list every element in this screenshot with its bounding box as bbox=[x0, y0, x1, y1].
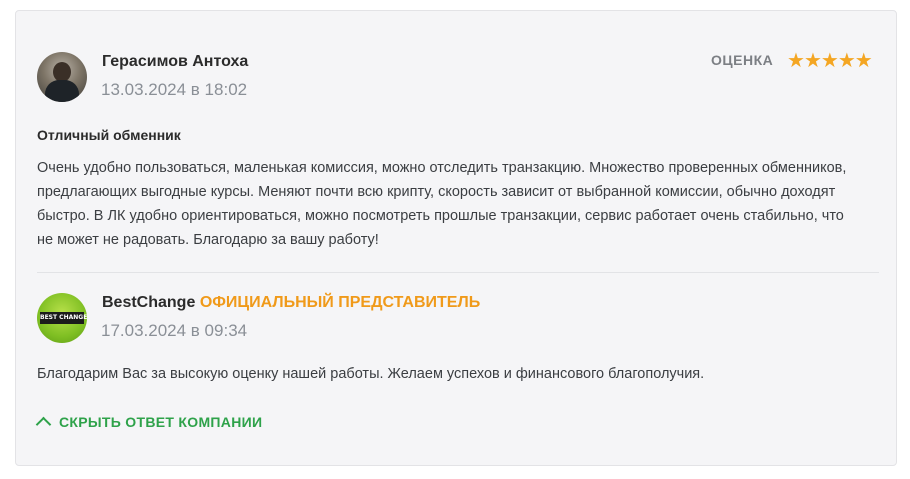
company-name[interactable]: BestChange bbox=[102, 294, 195, 311]
author-name[interactable]: Герасимов Антоха bbox=[102, 53, 248, 71]
rating-stars: ★★★★★ bbox=[787, 48, 873, 72]
rating-label: ОЦЕНКА bbox=[711, 52, 774, 68]
star-icon: ★ bbox=[787, 48, 805, 72]
review-body: Очень удобно пользоваться, маленькая ком… bbox=[37, 156, 857, 252]
review-date: 13.03.2024 в 18:02 bbox=[101, 80, 248, 99]
bestchange-logo: BEST CHANGE bbox=[40, 312, 87, 324]
divider bbox=[37, 272, 879, 273]
avatar-head bbox=[53, 62, 71, 82]
review-text: Очень удобно пользоваться, маленькая ком… bbox=[37, 160, 847, 248]
hide-reply-button[interactable]: СКРЫТЬ ОТВЕТ КОМПАНИИ bbox=[35, 414, 263, 433]
hide-reply-label: СКРЫТЬ ОТВЕТ КОМПАНИИ bbox=[59, 414, 263, 430]
review-title: Отличный обменник bbox=[37, 127, 181, 143]
reply-text: Благодарим Вас за высокую оценку нашей р… bbox=[37, 366, 705, 382]
star-icon: ★ bbox=[803, 48, 822, 72]
author-avatar[interactable] bbox=[37, 52, 87, 102]
star-icon: ★ bbox=[854, 48, 873, 72]
avatar-body bbox=[45, 80, 79, 102]
official-badge: ОФИЦИАЛЬНЫЙ ПРЕДСТАВИТЕЛЬ bbox=[199, 294, 481, 311]
star-icon: ★ bbox=[837, 48, 856, 72]
chevron-up-icon bbox=[35, 416, 52, 433]
review-card: Герасимов Антоха 13.03.2024 в 18:02 ОЦЕН… bbox=[15, 10, 897, 466]
star-icon: ★ bbox=[820, 48, 839, 72]
company-header: BestChange ОФИЦИАЛЬНЫЙ ПРЕДСТАВИТЕЛЬ bbox=[102, 294, 480, 312]
company-avatar[interactable]: BEST CHANGE bbox=[37, 293, 87, 343]
reply-date: 17.03.2024 в 09:34 bbox=[101, 321, 248, 340]
